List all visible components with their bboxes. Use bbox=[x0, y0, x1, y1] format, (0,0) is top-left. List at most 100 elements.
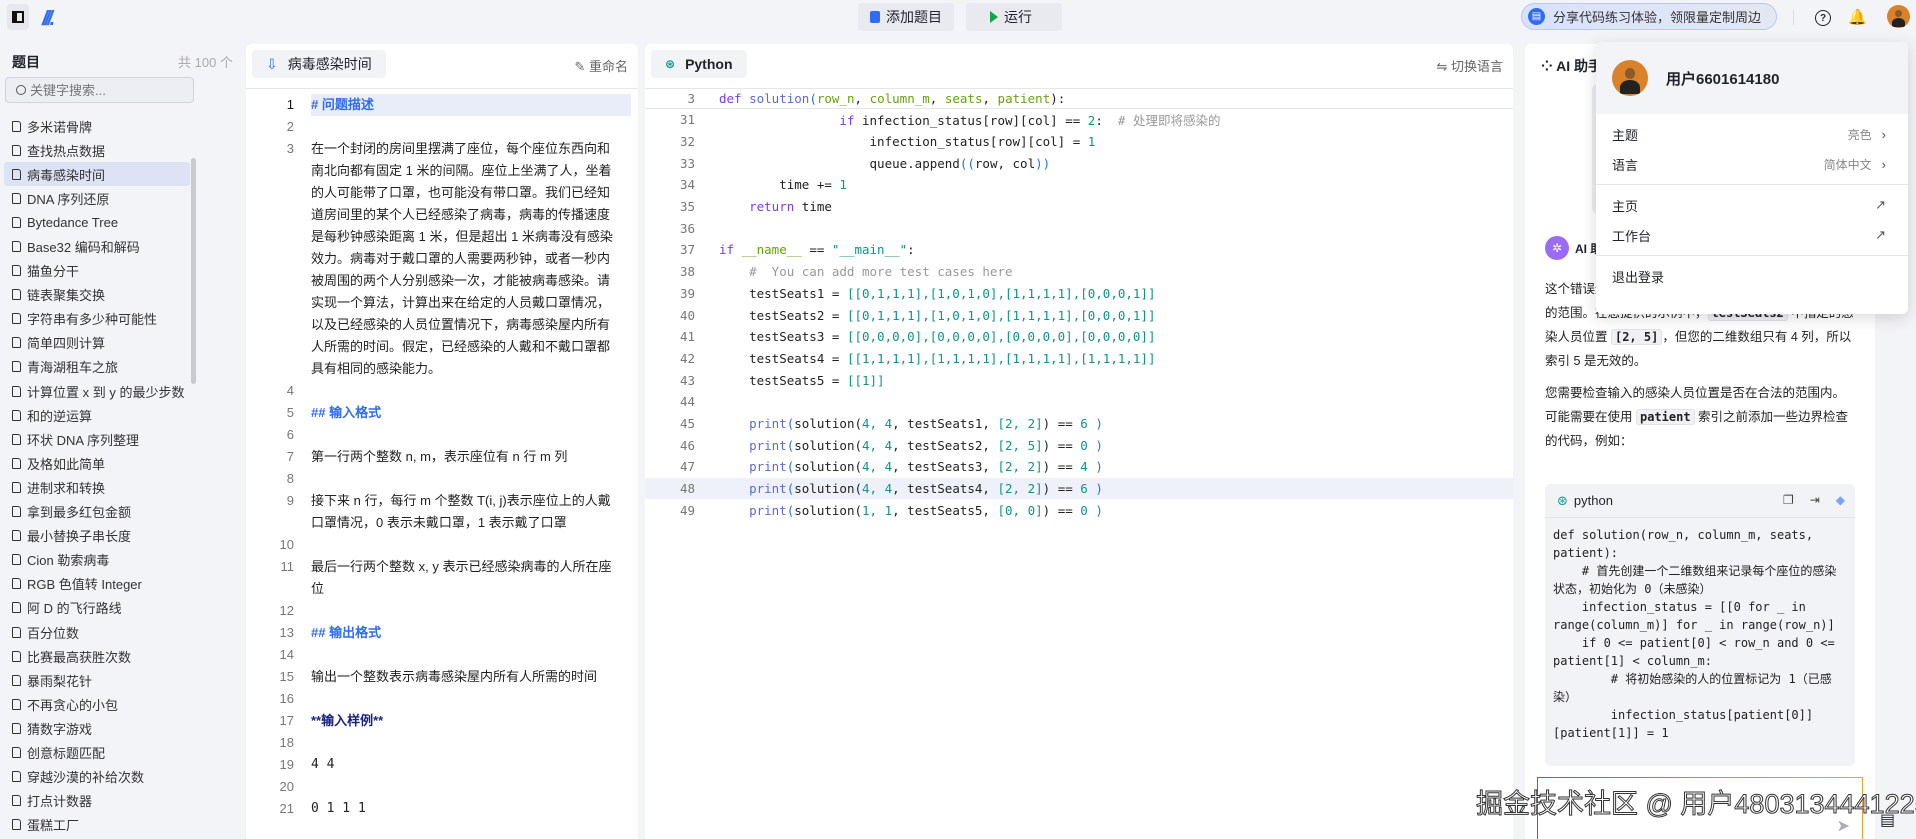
search-input[interactable] bbox=[30, 82, 180, 98]
inline-code: [2, 5] bbox=[1610, 329, 1663, 345]
code-editor[interactable]: 3 def solution(row_n, column_m, seats, pa… bbox=[645, 89, 1513, 521]
ai-chat-input[interactable]: ➤ bbox=[1537, 777, 1863, 839]
code-token: , testSeats5, bbox=[892, 502, 998, 518]
sidebar-item[interactable]: 打点计数器 bbox=[4, 789, 190, 813]
file-icon bbox=[12, 192, 21, 204]
panel-icon[interactable]: ▤ bbox=[1880, 810, 1895, 830]
sidebar-item[interactable]: 蛋糕工厂 bbox=[4, 813, 190, 837]
menu-item-language[interactable]: 语言 简体中文 › bbox=[1596, 149, 1908, 179]
line-number: 17 bbox=[279, 713, 294, 728]
sidebar-item[interactable]: 拿到最多红包金额 bbox=[4, 500, 190, 524]
sidebar-item[interactable]: 不再贪心的小包 bbox=[4, 692, 190, 716]
search-icon bbox=[16, 85, 26, 95]
send-icon[interactable]: ➤ bbox=[1837, 816, 1850, 836]
line-number: 19 bbox=[279, 757, 294, 772]
sidebar-item[interactable]: 穿越沙漠的补给次数 bbox=[4, 765, 190, 789]
line-text bbox=[311, 424, 621, 446]
help-icon[interactable]: ? bbox=[1815, 10, 1831, 26]
line-number: 4 bbox=[286, 383, 294, 398]
sidebar-item[interactable]: 多米诺骨牌 bbox=[4, 114, 190, 138]
sidebar-item[interactable]: 青海湖租车之旅 bbox=[4, 355, 190, 379]
sidebar-item[interactable]: 链表聚集交换 bbox=[4, 283, 190, 307]
file-icon bbox=[12, 698, 21, 710]
ai-avatar-icon: ✲ bbox=[1545, 236, 1569, 260]
sidebar-item-label: 暴雨梨花针 bbox=[27, 673, 93, 689]
sidebar-toggle-button[interactable] bbox=[7, 4, 29, 30]
code-token: [2, 2] bbox=[997, 415, 1043, 431]
sidebar-item[interactable]: 暴雨梨花针 bbox=[4, 668, 190, 692]
sidebar-item[interactable]: Bytedance Tree bbox=[4, 210, 190, 234]
sidebar-item[interactable]: 病毒感染时间 bbox=[4, 162, 190, 187]
sidebar-item-label: 链表聚集交换 bbox=[27, 288, 106, 304]
rename-button[interactable]: ✎ 重命名 bbox=[574, 56, 628, 75]
share-banner[interactable]: ▤ 分享代码练习体验，领限量定制周边 bbox=[1521, 3, 1777, 30]
add-problem-button[interactable]: 添加题目 bbox=[858, 3, 954, 31]
sidebar-item-label: RGB 色值转 Integer bbox=[27, 577, 142, 593]
apply-icon[interactable]: ◆ bbox=[1836, 493, 1845, 507]
line-number: 43 bbox=[679, 372, 695, 388]
code-token: [[0,1,1,1],[1,0,1,0],[1,1,1,1],[0,0,0,1]… bbox=[846, 307, 1156, 323]
sidebar-item[interactable]: 最小替换子串长度 bbox=[4, 524, 190, 548]
sidebar-item[interactable]: 创意标题匹配 bbox=[4, 740, 190, 764]
sidebar-item-label: 穿越沙漠的补给次数 bbox=[27, 770, 145, 786]
problem-tab[interactable]: ⇩ 病毒感染时间 bbox=[252, 50, 386, 78]
code-token: # You can add more test cases here bbox=[719, 264, 1013, 280]
scrollbar[interactable] bbox=[191, 158, 196, 384]
sidebar-item[interactable]: 环状 DNA 序列整理 bbox=[4, 427, 190, 451]
line-text: 输出一个整数表示病毒感染屋内所有人所需的时间 bbox=[311, 669, 598, 684]
code-token: queue.append bbox=[719, 155, 960, 171]
sidebar-item[interactable]: 猫鱼分干 bbox=[4, 259, 190, 283]
line-text: 0 1 1 1 bbox=[311, 801, 366, 816]
line-number: 3 bbox=[286, 141, 294, 156]
sidebar-item[interactable]: 简单四则计算 bbox=[4, 331, 190, 355]
run-button[interactable]: 运行 bbox=[966, 3, 1062, 31]
arrow-down-icon: ⇩ bbox=[266, 55, 278, 72]
menu-item-logout[interactable]: 退出登录 bbox=[1596, 261, 1908, 291]
sidebar-item[interactable]: 百分位数 bbox=[4, 620, 190, 644]
sidebar-item[interactable]: 阿 D 的飞行路线 bbox=[4, 596, 190, 620]
code-token: 1 bbox=[1087, 134, 1096, 150]
line-number: 32 bbox=[679, 134, 695, 150]
copy-icon[interactable]: ❐ bbox=[1783, 493, 1794, 507]
sidebar-item-label: 最小替换子串长度 bbox=[27, 529, 132, 545]
sidebar-item[interactable]: 及格如此简单 bbox=[4, 451, 190, 475]
problem-markdown[interactable]: 1 # 问题描述 2 3 在一个封闭的房间里摆满了座位，每个座位东西向和南北向都有固定… bbox=[246, 94, 638, 820]
sidebar-item[interactable]: DNA 序列还原 bbox=[4, 186, 190, 210]
line-number: 38 bbox=[679, 264, 695, 280]
sidebar-item[interactable]: 查找热点数据 bbox=[4, 138, 190, 162]
share-text: 分享代码练习体验，领限量定制周边 bbox=[1553, 10, 1762, 25]
user-avatar[interactable] bbox=[1887, 5, 1910, 28]
code-line: 31 if infection_status[row][col] == 2: #… bbox=[645, 109, 1513, 131]
sidebar-item[interactable]: 进制求和转换 bbox=[4, 475, 190, 499]
file-icon bbox=[12, 530, 21, 542]
code-line: 37 if __name__ == "__main__": bbox=[645, 239, 1513, 261]
sidebar-item[interactable]: RGB 色值转 Integer bbox=[4, 572, 190, 596]
sidebar-item[interactable]: Base32 编码和解码 bbox=[4, 234, 190, 258]
sidebar-item[interactable]: 字符串有多少种可能性 bbox=[4, 307, 190, 331]
search-box[interactable] bbox=[5, 77, 194, 103]
sidebar-item-label: 创意标题匹配 bbox=[27, 745, 106, 761]
menu-item-home[interactable]: 主页 ↗ bbox=[1596, 190, 1908, 220]
insert-icon[interactable]: ⇥ bbox=[1810, 493, 1820, 507]
switch-language-button[interactable]: ⇋ 切换语言 bbox=[1436, 56, 1503, 75]
sidebar-item[interactable]: 比赛最高获胜次数 bbox=[4, 644, 190, 668]
sidebar-item[interactable]: Cion 勒索病毒 bbox=[4, 548, 190, 572]
code-token: print bbox=[749, 481, 787, 497]
code-token: solution( bbox=[794, 459, 863, 475]
logo-icon[interactable]: ///. bbox=[42, 8, 55, 31]
code-token: infection_status[row][col] = bbox=[719, 134, 1088, 150]
code-text: # You can add more test cases here bbox=[719, 264, 1013, 280]
code-token: [2, 2] bbox=[997, 459, 1043, 475]
markdown-line: 9 接下来 n 行，每行 m 个整数 T(i, j)表示座位上的人戴口罩情况，0 … bbox=[246, 490, 638, 534]
bell-icon[interactable]: 🔔 bbox=[1848, 8, 1867, 26]
code-token: ) bbox=[1087, 481, 1103, 497]
code-line: 43 testSeats5 = [[1]] bbox=[645, 369, 1513, 391]
sidebar-item[interactable]: 和的逆运算 bbox=[4, 403, 190, 427]
menu-item-theme[interactable]: 主题 亮色 › bbox=[1596, 119, 1908, 149]
sidebar-item[interactable]: 猜数字游戏 bbox=[4, 716, 190, 740]
menu-item-workbench[interactable]: 工作台 ↗ bbox=[1596, 220, 1908, 250]
language-tab[interactable]: ⊛ Python bbox=[651, 50, 747, 78]
sidebar-item[interactable]: 计算位置 x 到 y 的最少步数 bbox=[4, 379, 190, 403]
sidebar-item-label: 打点计数器 bbox=[27, 794, 93, 810]
